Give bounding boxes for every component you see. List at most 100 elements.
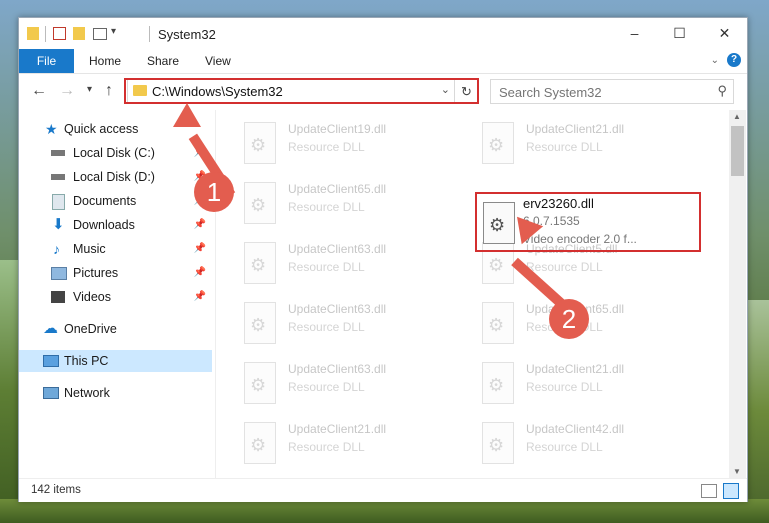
dll-file-icon <box>244 182 276 224</box>
file-type: Resource DLL <box>288 380 365 394</box>
separator <box>45 26 46 42</box>
file-item[interactable]: UpdateClient19.dll Resource DLL <box>238 116 458 172</box>
documents-icon <box>52 194 65 210</box>
desktop-background-bottom <box>0 499 769 523</box>
drive-icon <box>51 174 65 180</box>
dll-file-icon <box>482 122 514 164</box>
arrowhead-1 <box>173 103 201 127</box>
dll-file-icon <box>244 302 276 344</box>
pin-icon[interactable]: 📌 <box>194 286 206 308</box>
file-type: Resource DLL <box>288 440 365 454</box>
search-input[interactable] <box>497 82 701 102</box>
item-count: 142 items <box>31 484 81 496</box>
file-explorer-window: ▾ System32 – ☐ ✕ File Home Share View ⌄ … <box>18 17 748 502</box>
recent-locations-icon[interactable]: ▾ <box>87 84 92 95</box>
search-icon[interactable]: ⚲ <box>717 83 727 99</box>
file-name: UpdateClient63.dll <box>288 362 387 376</box>
address-highlight-box <box>124 78 479 104</box>
dll-file-icon <box>482 422 514 464</box>
sidebar-item-documents[interactable]: Documents 📌 <box>19 190 212 212</box>
tab-file[interactable]: File <box>19 49 74 73</box>
sidebar-item-this-pc[interactable]: This PC <box>19 350 212 372</box>
title-bar: ▾ System32 – ☐ ✕ <box>19 18 747 49</box>
help-icon[interactable]: ? <box>727 53 741 67</box>
properties-icon[interactable] <box>53 27 66 40</box>
forward-arrow-icon[interactable]: → <box>59 82 75 100</box>
file-type: Resource DLL <box>288 140 365 154</box>
file-type: Resource DLL <box>526 260 603 274</box>
star-icon: ★ <box>45 121 58 137</box>
minimize-button[interactable]: – <box>612 18 657 49</box>
computer-icon <box>43 355 59 367</box>
dll-file-icon <box>244 242 276 284</box>
file-item[interactable]: UpdateClient21.dll Resource DLL <box>476 356 696 412</box>
large-icons-view-icon[interactable] <box>723 483 739 499</box>
expand-ribbon-icon[interactable]: ⌄ <box>711 55 719 66</box>
drive-icon <box>51 150 65 156</box>
file-type: Resource DLL <box>288 200 365 214</box>
dll-file-icon <box>244 362 276 404</box>
sidebar-item-label: This PC <box>64 354 109 368</box>
scroll-thumb[interactable] <box>731 126 744 176</box>
file-type: Resource DLL <box>526 440 603 454</box>
file-item[interactable]: UpdateClient63.dll Resource DLL <box>238 296 458 352</box>
step-badge-2: 2 <box>549 299 589 339</box>
sidebar-item-downloads[interactable]: ⬇ Downloads 📌 <box>19 214 212 236</box>
sidebar-item-label: Local Disk (C:) <box>73 146 155 160</box>
customize-quick-access-icon[interactable] <box>93 28 107 40</box>
file-item[interactable]: UpdateClient63.dll Resource DLL <box>238 236 458 292</box>
sidebar-item-label: Pictures <box>73 266 119 280</box>
new-folder-icon[interactable] <box>73 27 85 40</box>
chevron-down-icon[interactable]: ▾ <box>111 26 116 42</box>
file-item[interactable]: UpdateClient65.dll Resource DLL <box>238 176 458 232</box>
file-item[interactable]: UpdateClient42.dll Resource DLL <box>476 416 696 472</box>
file-item[interactable]: UpdateClient21.dll Resource DLL <box>476 116 696 172</box>
music-note-icon: ♪ <box>53 241 60 257</box>
vertical-scrollbar[interactable]: ▲ ▼ <box>729 110 746 478</box>
step-badge-1: 1 <box>194 172 234 212</box>
pin-icon[interactable]: 📌 <box>194 214 206 236</box>
sidebar-item-label: Videos <box>73 290 111 304</box>
tab-home[interactable]: Home <box>89 49 121 73</box>
back-arrow-icon[interactable]: ← <box>31 82 47 100</box>
film-strip-icon <box>51 291 65 303</box>
up-arrow-icon[interactable]: ↑ <box>105 82 113 100</box>
search-box[interactable]: ⚲ <box>490 79 734 104</box>
sidebar-item-label: Quick access <box>64 122 139 136</box>
tab-share[interactable]: Share <box>147 49 179 73</box>
file-item[interactable]: UpdateClient63.dll Resource DLL <box>238 356 458 412</box>
details-view-icon[interactable] <box>701 484 717 498</box>
close-button[interactable]: ✕ <box>702 18 747 49</box>
sidebar-item-label: OneDrive <box>64 322 117 336</box>
ribbon-tabs: File Home Share View ⌄ ? <box>19 49 747 74</box>
sidebar-item-music[interactable]: ♪ Music 📌 <box>19 238 212 260</box>
file-item[interactable]: UpdateClient21.dll Resource DLL <box>238 416 458 472</box>
file-name: UpdateClient21.dll <box>526 122 625 136</box>
sidebar-item-label: Documents <box>73 194 137 208</box>
desktop-background-left <box>0 260 18 523</box>
sidebar-item-pictures[interactable]: Pictures 📌 <box>19 262 212 284</box>
navigation-pane: ★ Quick access Local Disk (C:) 📌 Local D… <box>19 110 216 478</box>
maximize-button[interactable]: ☐ <box>657 18 702 49</box>
sidebar-item-label: Network <box>64 386 110 400</box>
sidebar-item-local-disk-c[interactable]: Local Disk (C:) 📌 <box>19 142 212 164</box>
file-type: Resource DLL <box>288 320 365 334</box>
network-icon <box>43 387 59 399</box>
file-name: UpdateClient19.dll <box>288 122 387 136</box>
sidebar-item-label: Local Disk (D:) <box>73 170 155 184</box>
sidebar-item-network[interactable]: Network <box>19 382 212 404</box>
scroll-up-icon[interactable]: ▲ <box>733 112 741 121</box>
dll-file-icon <box>482 302 514 344</box>
sidebar-item-onedrive[interactable]: ☁ OneDrive <box>19 318 212 340</box>
sidebar-item-videos[interactable]: Videos 📌 <box>19 286 212 308</box>
scroll-down-icon[interactable]: ▼ <box>733 467 741 476</box>
sidebar-item-local-disk-d[interactable]: Local Disk (D:) 📌 <box>19 166 212 188</box>
file-name: UpdateClient21.dll <box>526 362 625 376</box>
cloud-icon: ☁ <box>43 320 58 337</box>
pin-icon[interactable]: 📌 <box>194 238 206 260</box>
window-title: System32 <box>158 27 216 42</box>
pin-icon[interactable]: 📌 <box>194 262 206 284</box>
tab-view[interactable]: View <box>205 49 231 73</box>
file-name: UpdateClient21.dll <box>288 422 387 436</box>
folder-icon <box>27 27 39 40</box>
